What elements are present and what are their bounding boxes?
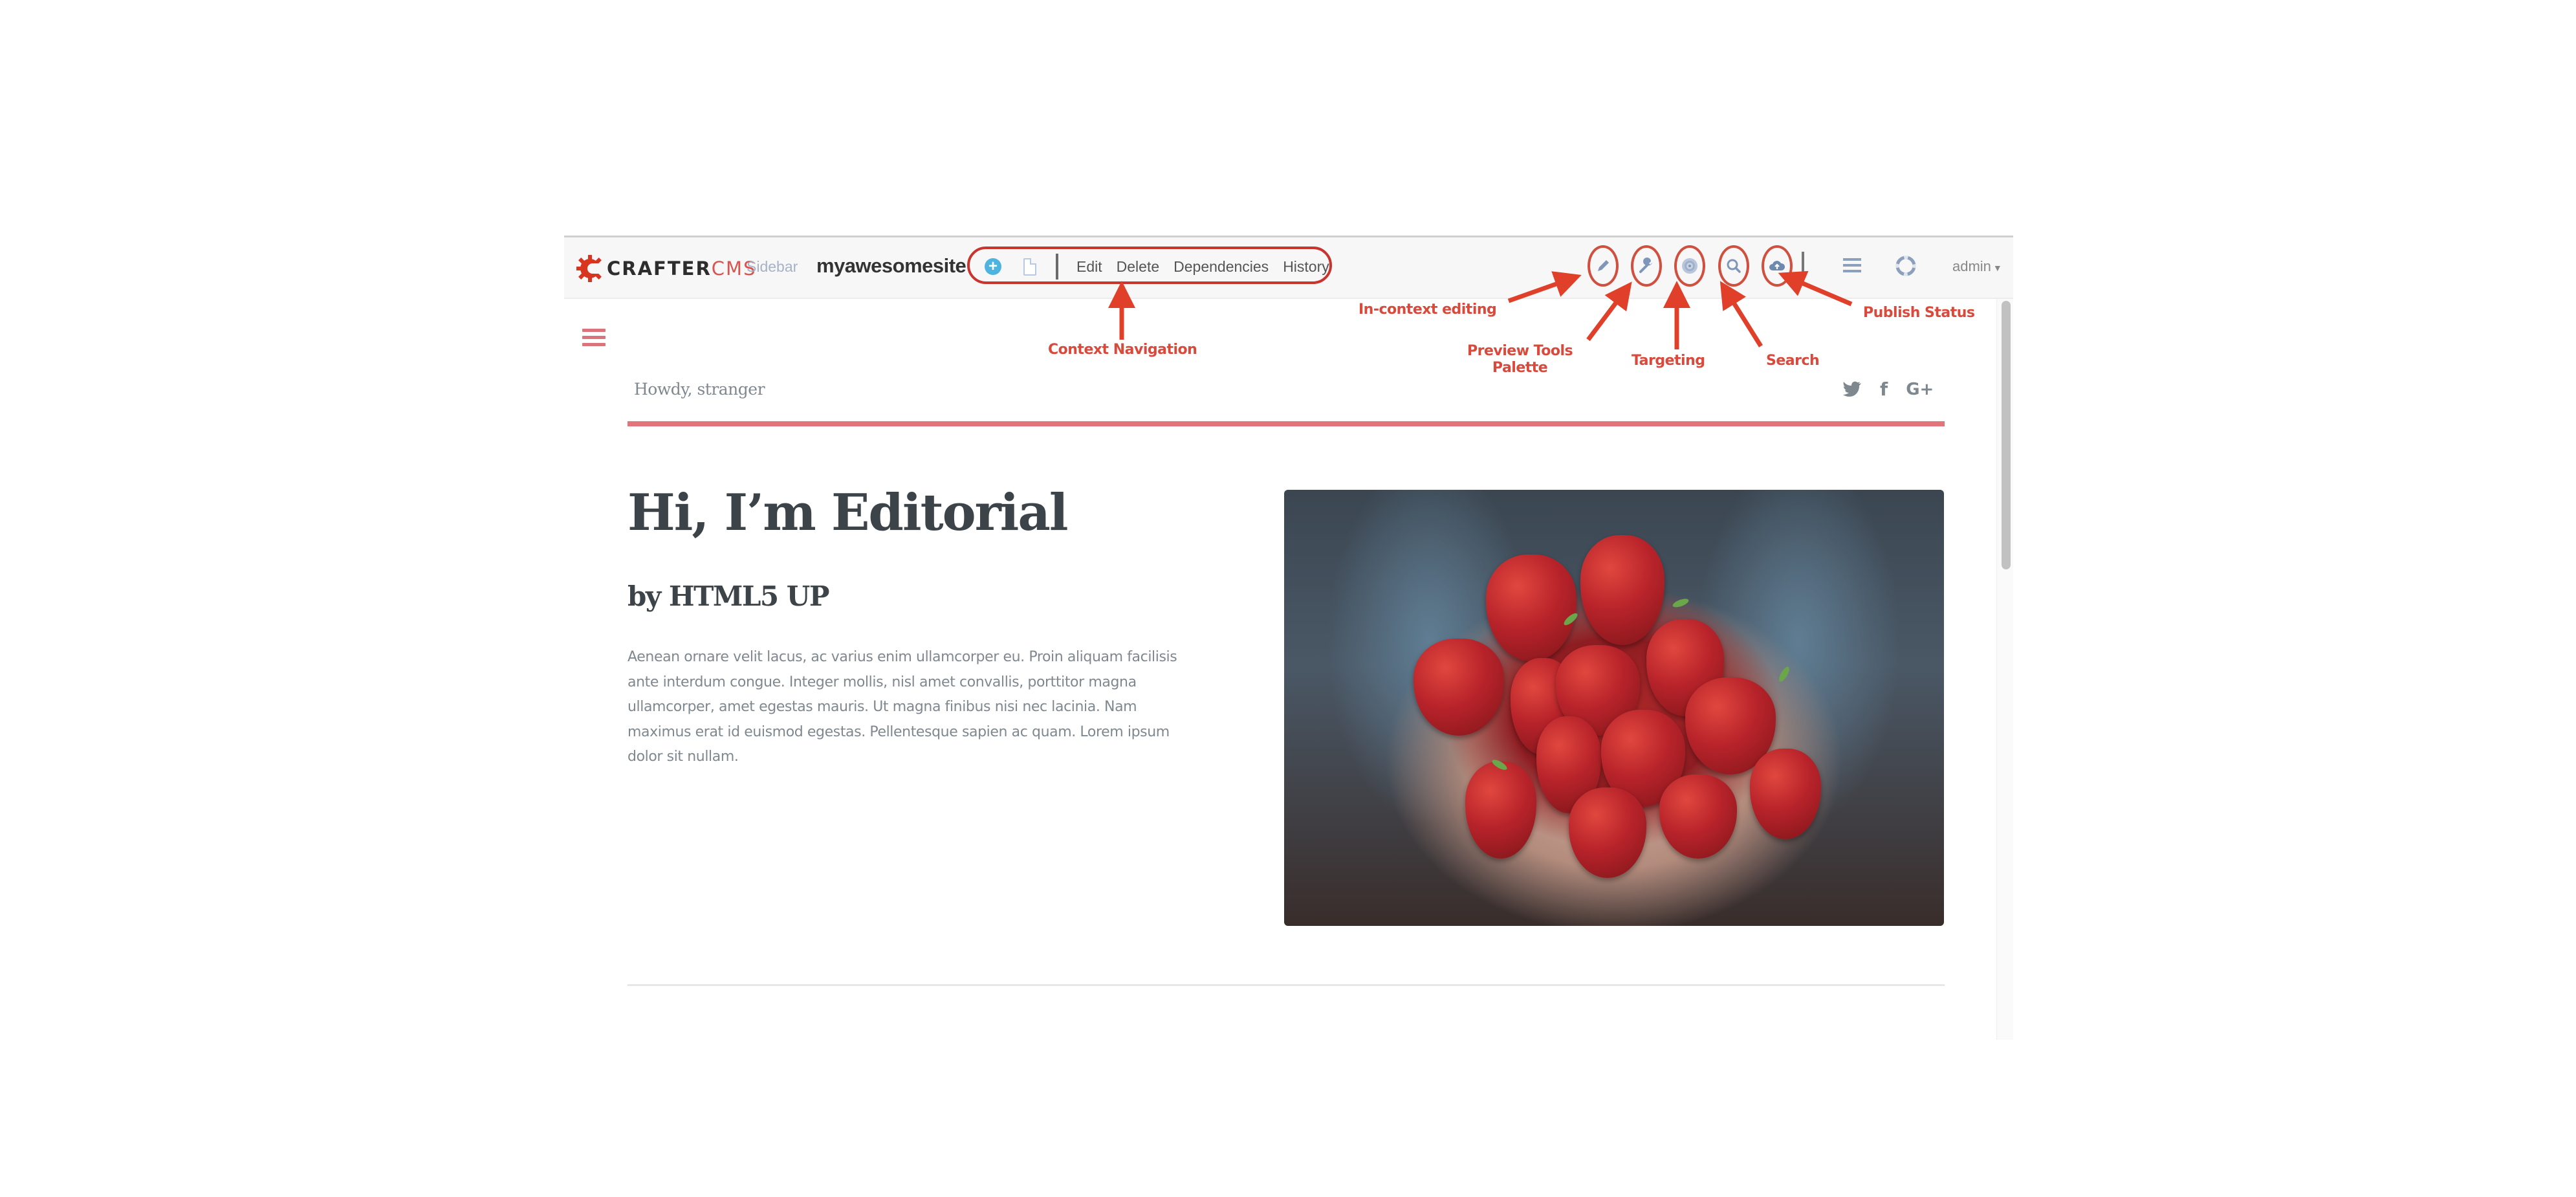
annotation-targeting: Targeting <box>1632 353 1705 369</box>
paragraph-line: maximus erat id euismod egestas. Pellent… <box>628 723 1170 740</box>
history-link[interactable]: History <box>1283 258 1329 276</box>
page-subtitle: by HTML5 UP <box>628 580 829 612</box>
publish-status-button[interactable] <box>1762 245 1793 287</box>
strawberry <box>1414 639 1504 736</box>
strawberry <box>1569 787 1646 878</box>
divider <box>1056 254 1058 280</box>
delete-link[interactable]: Delete <box>1117 258 1159 276</box>
strawberry-leaf <box>1672 597 1690 609</box>
annotation-context-navigation: Context Navigation <box>1048 342 1197 358</box>
hero-image <box>1284 490 1944 926</box>
toolbar-divider <box>1802 252 1804 279</box>
in-context-editing-button[interactable] <box>1588 245 1619 287</box>
context-navigation: + Edit Delete Dependencies History <box>985 252 1344 281</box>
crafter-logo[interactable]: CRAFTER CMS <box>576 254 756 283</box>
user-menu[interactable]: admin ▼ <box>1952 258 2002 275</box>
site-name[interactable]: myawesomesite <box>816 254 966 278</box>
site-menu-icon[interactable] <box>582 329 606 350</box>
cloud-upload-icon <box>1769 261 1785 270</box>
greeting-text: Howdy, stranger <box>634 380 765 399</box>
hamburger-icon[interactable] <box>1843 258 1861 276</box>
life-ring-icon[interactable] <box>1895 256 1916 276</box>
sidebar-toggle-link[interactable]: Sidebar <box>747 258 798 276</box>
paragraph-line: ante interdum congue. Integer mollis, ni… <box>628 674 1137 690</box>
logo-text-crafter: CRAFTER <box>607 258 712 280</box>
twitter-icon[interactable] <box>1842 381 1862 398</box>
page-title: Hi, I’m Editorial <box>628 483 1069 542</box>
google-plus-icon[interactable]: G+ <box>1906 380 1934 399</box>
intro-paragraph: Aenean ornare velit lacus, ac varius eni… <box>628 645 1223 770</box>
file-icon[interactable] <box>1023 258 1036 276</box>
paragraph-line: Aenean ornare velit lacus, ac varius eni… <box>628 649 1177 665</box>
strawberry <box>1486 555 1577 661</box>
dependencies-link[interactable]: Dependencies <box>1173 258 1269 276</box>
plus-circle-icon[interactable]: + <box>985 258 1001 275</box>
strawberry <box>1659 774 1737 859</box>
strawberry-leaf <box>1777 665 1791 683</box>
user-name: admin <box>1952 258 1991 274</box>
preview-tools-button[interactable] <box>1631 245 1662 287</box>
strawberry <box>1750 749 1821 839</box>
annotation-search: Search <box>1766 353 1820 369</box>
targeting-button[interactable] <box>1674 245 1705 287</box>
section-divider <box>628 984 1945 986</box>
target-icon <box>1682 258 1697 274</box>
caret-down-icon: ▼ <box>1992 263 2002 273</box>
annotation-preview-tools-line1: Preview Tools <box>1467 343 1573 359</box>
paragraph-line: dolor sit nullam. <box>628 749 739 765</box>
crafter-toolbar: CRAFTER CMS Sidebar myawesomesite + Edit … <box>564 237 2013 299</box>
social-links: f G+ <box>1842 379 1934 400</box>
strawberry <box>1580 535 1665 645</box>
edit-link[interactable]: Edit <box>1076 258 1102 276</box>
scrollbar-thumb[interactable] <box>2002 301 2011 569</box>
wrench-icon <box>1639 258 1652 273</box>
paragraph-line: ullamcorper, amet egestas mauris. Ut mag… <box>628 699 1137 715</box>
strawberry <box>1465 762 1536 859</box>
annotation-in-context-editing: In-context editing <box>1359 302 1497 318</box>
pencil-icon <box>1598 260 1609 271</box>
facebook-icon[interactable]: f <box>1880 379 1888 400</box>
search-icon <box>1727 259 1741 273</box>
search-button[interactable] <box>1718 245 1749 287</box>
annotation-preview-tools-line2: Palette <box>1492 360 1548 376</box>
annotation-preview-tools: Preview Tools Palette <box>1467 343 1573 377</box>
gear-logo-icon <box>576 255 604 282</box>
header-rule <box>628 421 1945 426</box>
annotation-publish-status: Publish Status <box>1863 305 1975 321</box>
